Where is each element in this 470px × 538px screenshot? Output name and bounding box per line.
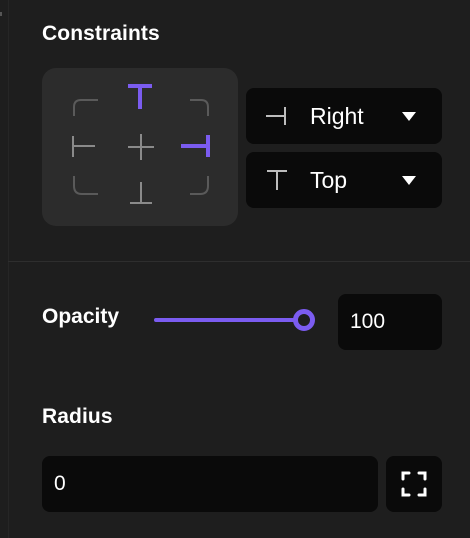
constraint-diagram — [72, 84, 210, 204]
chevron-down-icon — [402, 176, 416, 185]
independent-corners-icon — [401, 471, 427, 497]
horizontal-constraint-dropdown[interactable]: Right — [246, 88, 442, 144]
horizontal-constraint-value: Right — [310, 103, 364, 129]
constraint-widget — [42, 68, 238, 226]
align-top-constraint-icon — [267, 170, 287, 190]
constraint-left-toggle[interactable] — [72, 136, 95, 157]
constraints-title: Constraints — [42, 22, 160, 45]
section-divider — [8, 261, 470, 262]
panel-left-border — [8, 0, 9, 538]
opacity-slider[interactable] — [154, 306, 316, 334]
constraint-right-toggle[interactable] — [181, 135, 210, 157]
constraint-center-toggle[interactable] — [128, 134, 154, 160]
constraint-bottom-toggle[interactable] — [130, 182, 152, 204]
align-right-constraint-icon — [266, 107, 286, 125]
constraint-top-toggle[interactable] — [128, 84, 152, 109]
opacity-input[interactable]: 100 — [338, 294, 442, 350]
independent-corners-button[interactable] — [386, 456, 442, 512]
vertical-constraint-dropdown[interactable]: Top — [246, 152, 442, 208]
opacity-slider-thumb[interactable] — [293, 309, 315, 331]
opacity-slider-track — [154, 318, 304, 322]
vertical-constraint-value: Top — [310, 167, 348, 193]
chevron-down-icon — [402, 112, 416, 121]
radius-input[interactable]: 0 — [42, 456, 378, 512]
opacity-label: Opacity — [42, 305, 120, 328]
radius-title: Radius — [42, 405, 113, 428]
panel-edge-tick — [0, 12, 2, 16]
